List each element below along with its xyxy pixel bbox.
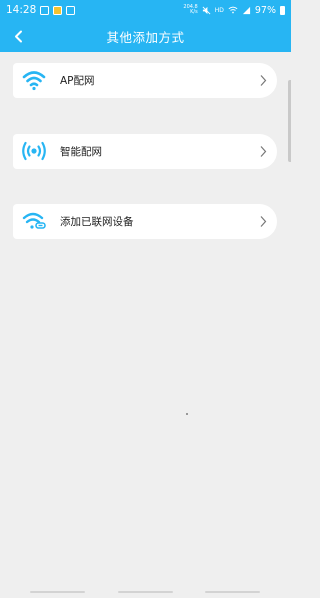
back-button[interactable] <box>8 26 28 46</box>
hd-label: HD <box>214 6 224 14</box>
screenshot-notification-icon <box>66 5 76 15</box>
option-ap-network[interactable]: AP配网 <box>13 63 277 98</box>
broadcast-icon <box>22 141 46 161</box>
battery-percent: 97% <box>254 4 276 16</box>
option-label: 添加已联网设备 <box>60 216 134 228</box>
chevron-right-icon <box>260 75 267 86</box>
status-bar: 14:28 204.8 K/s HD 97% <box>0 0 291 20</box>
app-notification-icon <box>53 5 63 15</box>
edge-panel-handle[interactable] <box>288 80 291 162</box>
mute-icon <box>202 6 211 14</box>
wifi-icon <box>22 71 46 91</box>
status-time: 14:28 <box>6 4 37 16</box>
wifi-link-icon <box>22 212 46 229</box>
chevron-right-icon <box>260 146 267 157</box>
stray-dot <box>186 413 188 415</box>
wifi-status-icon <box>228 6 238 14</box>
gesture-hint-center[interactable] <box>118 591 173 593</box>
header-bar: 其他添加方式 <box>0 20 291 52</box>
option-label: 智能配网 <box>60 146 102 158</box>
chevron-left-icon <box>14 30 22 42</box>
chevron-right-icon <box>260 216 267 227</box>
battery-icon <box>280 5 285 15</box>
signal-icon <box>242 6 250 14</box>
gesture-hint-right[interactable] <box>205 591 260 593</box>
option-smart-network[interactable]: 智能配网 <box>13 134 277 169</box>
gallery-notification-icon <box>40 5 50 15</box>
network-speed: 204.8 K/s <box>183 4 198 15</box>
option-add-connected-device[interactable]: 添加已联网设备 <box>13 204 277 239</box>
page-title: 其他添加方式 <box>106 29 185 45</box>
option-label: AP配网 <box>60 75 95 87</box>
gesture-hint-left[interactable] <box>30 591 85 593</box>
